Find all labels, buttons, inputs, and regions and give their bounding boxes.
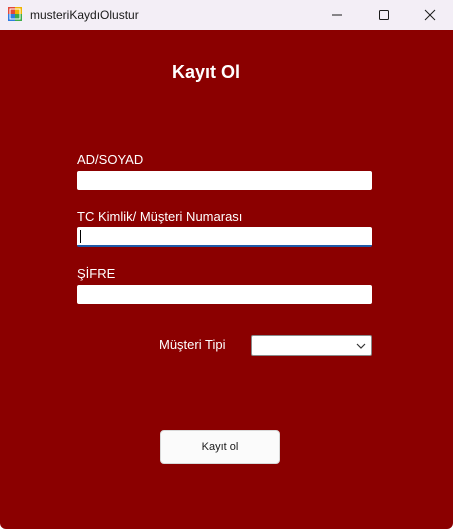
name-input[interactable] bbox=[77, 171, 372, 190]
tc-label: TC Kimlik/ Müşteri Numarası bbox=[77, 209, 243, 224]
app-window: musteriKaydıOlustur Kayıt Ol AD/SOYAD TC… bbox=[0, 0, 453, 529]
minimize-icon bbox=[332, 14, 342, 16]
close-button[interactable] bbox=[407, 0, 453, 30]
title-bar: musteriKaydıOlustur bbox=[0, 0, 453, 30]
close-icon bbox=[424, 9, 436, 21]
tc-input[interactable] bbox=[77, 227, 372, 247]
password-label: ŞİFRE bbox=[77, 266, 116, 281]
form-heading: Kayıt Ol bbox=[172, 62, 241, 82]
customer-type-label: Müşteri Tipi bbox=[159, 337, 226, 352]
customer-type-select[interactable] bbox=[251, 335, 372, 356]
text-caret bbox=[80, 230, 81, 243]
chevron-down-icon bbox=[356, 343, 366, 349]
window-title: musteriKaydıOlustur bbox=[30, 8, 139, 22]
maximize-icon bbox=[379, 10, 389, 20]
register-button[interactable]: Kayıt ol bbox=[160, 430, 280, 464]
password-input[interactable] bbox=[77, 285, 372, 304]
maximize-button[interactable] bbox=[361, 0, 407, 30]
name-label: AD/SOYAD bbox=[77, 152, 144, 167]
minimize-button[interactable] bbox=[314, 0, 360, 30]
app-icon bbox=[8, 7, 22, 21]
